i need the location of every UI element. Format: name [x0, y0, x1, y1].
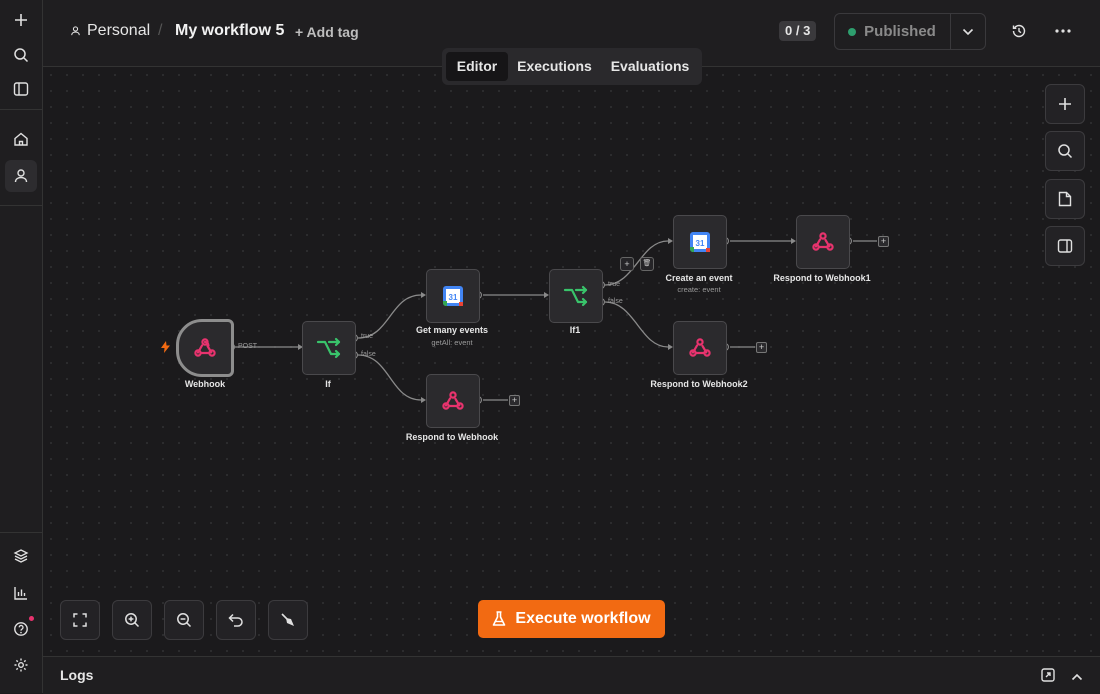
help-icon[interactable]: [5, 613, 37, 645]
chevron-up-icon[interactable]: [1071, 669, 1083, 681]
execute-workflow-button[interactable]: Execute workflow: [478, 600, 665, 638]
panel-icon[interactable]: [5, 73, 37, 105]
tab-executions[interactable]: Executions: [512, 52, 597, 81]
undo-icon: [228, 613, 243, 627]
search-nodes-button[interactable]: [1045, 131, 1085, 171]
node-respond-to-webhook1[interactable]: [796, 215, 850, 269]
port-label-false: false: [361, 351, 376, 358]
webhook-icon: [689, 338, 711, 357]
broom-icon: [281, 613, 294, 626]
view-tabs: Editor Executions Evaluations: [442, 48, 702, 85]
workflow-title[interactable]: My workflow 5: [175, 22, 284, 40]
sticky-note-button[interactable]: [1045, 179, 1085, 219]
google-calendar-icon: 31: [690, 232, 710, 252]
node-create-an-event[interactable]: 31: [673, 215, 727, 269]
home-icon[interactable]: [5, 123, 37, 155]
flask-icon: [493, 611, 506, 626]
node-respond-to-webhook[interactable]: [426, 374, 480, 428]
edge-delete-button[interactable]: 🗑: [640, 257, 654, 271]
plus-icon: [1059, 98, 1071, 110]
google-calendar-icon: 31: [443, 286, 463, 306]
port-label-true: true: [361, 333, 374, 340]
undo-button[interactable]: [216, 600, 256, 640]
sidebar-divider: [0, 205, 42, 206]
left-sidebar: [0, 0, 43, 693]
published-button[interactable]: Published: [835, 14, 949, 49]
chevron-down-icon: [962, 28, 974, 35]
zoom-in-icon: [125, 613, 140, 628]
user-icon[interactable]: [5, 160, 37, 192]
breadcrumb-separator: /: [158, 22, 163, 39]
tidy-up-button[interactable]: [268, 600, 308, 640]
node-respond-to-webhook2[interactable]: [673, 321, 727, 375]
zoom-in-button[interactable]: [112, 600, 152, 640]
node-label-respond-to-webhook1: Respond to Webhook1: [773, 273, 871, 283]
node-sub-get-many-events: getAll: event: [431, 338, 473, 347]
node-label-if: If: [325, 379, 331, 389]
node-get-many-events[interactable]: 31: [426, 269, 480, 323]
if-branch-icon: [316, 337, 341, 359]
tab-editor[interactable]: Editor: [446, 52, 508, 81]
settings-icon[interactable]: [5, 649, 37, 681]
node-sub-create-an-event: create: event: [677, 285, 721, 294]
execute-workflow-label: Execute workflow: [515, 610, 651, 627]
panel-right-icon: [1057, 239, 1073, 253]
zoom-out-icon: [177, 613, 192, 628]
templates-icon[interactable]: [5, 540, 37, 572]
history-icon[interactable]: [1008, 20, 1030, 42]
node-label-if1: If1: [569, 325, 581, 335]
project-name: Personal: [87, 22, 151, 39]
fit-view-button[interactable]: [60, 600, 100, 640]
edge-add-button[interactable]: +: [620, 257, 634, 271]
fit-view-icon: [73, 613, 87, 627]
publish-control: Published: [834, 13, 986, 50]
logs-label: Logs: [60, 667, 94, 683]
add-node-button[interactable]: +: [878, 236, 889, 247]
notification-dot: [29, 616, 34, 621]
search-icon: [1058, 144, 1073, 159]
status-dot: [848, 27, 857, 36]
sidebar-divider: [0, 109, 42, 110]
pop-out-icon[interactable]: [1041, 668, 1055, 682]
tab-evaluations[interactable]: Evaluations: [602, 52, 698, 81]
if-branch-icon: [563, 285, 588, 307]
webhook-icon: [442, 391, 464, 410]
note-icon: [1058, 191, 1072, 207]
zoom-out-button[interactable]: [164, 600, 204, 640]
add-node-button[interactable]: +: [756, 342, 767, 353]
node-if1[interactable]: [549, 269, 603, 323]
node-label-create-an-event: Create an event: [665, 273, 733, 283]
user-icon: [71, 26, 80, 36]
add-tag-button[interactable]: + Add tag: [295, 24, 359, 40]
port-label-false: false: [608, 298, 623, 305]
logs-bar[interactable]: Logs: [43, 656, 1100, 694]
search-icon[interactable]: [5, 39, 37, 71]
webhook-icon: [194, 338, 216, 357]
node-if[interactable]: [302, 321, 356, 375]
node-webhook[interactable]: [176, 319, 234, 377]
add-node-panel-button[interactable]: [1045, 84, 1085, 124]
publish-menu-button[interactable]: [951, 14, 985, 49]
trigger-bolt-icon: [161, 341, 170, 353]
calendar-day: 31: [449, 293, 458, 302]
insights-icon[interactable]: [5, 577, 37, 609]
version-counter: 0 / 3: [779, 21, 817, 41]
sidebar-divider: [0, 532, 42, 533]
node-label-respond-to-webhook: Respond to Webhook: [405, 432, 499, 442]
published-label: Published: [864, 23, 936, 40]
node-label-respond-to-webhook2: Respond to Webhook2: [650, 379, 748, 389]
node-label-get-many-events: Get many events: [415, 325, 489, 335]
webhook-icon: [812, 232, 834, 251]
port-label-true: true: [608, 281, 621, 288]
port-label-post: POST: [238, 343, 258, 350]
more-options-icon[interactable]: [1052, 20, 1074, 42]
calendar-day: 31: [696, 239, 705, 248]
node-label-webhook: Webhook: [184, 379, 226, 389]
toggle-panel-button[interactable]: [1045, 226, 1085, 266]
plus-icon[interactable]: [5, 4, 37, 36]
breadcrumb-project[interactable]: Personal: [70, 22, 150, 40]
add-node-button[interactable]: +: [509, 395, 520, 406]
